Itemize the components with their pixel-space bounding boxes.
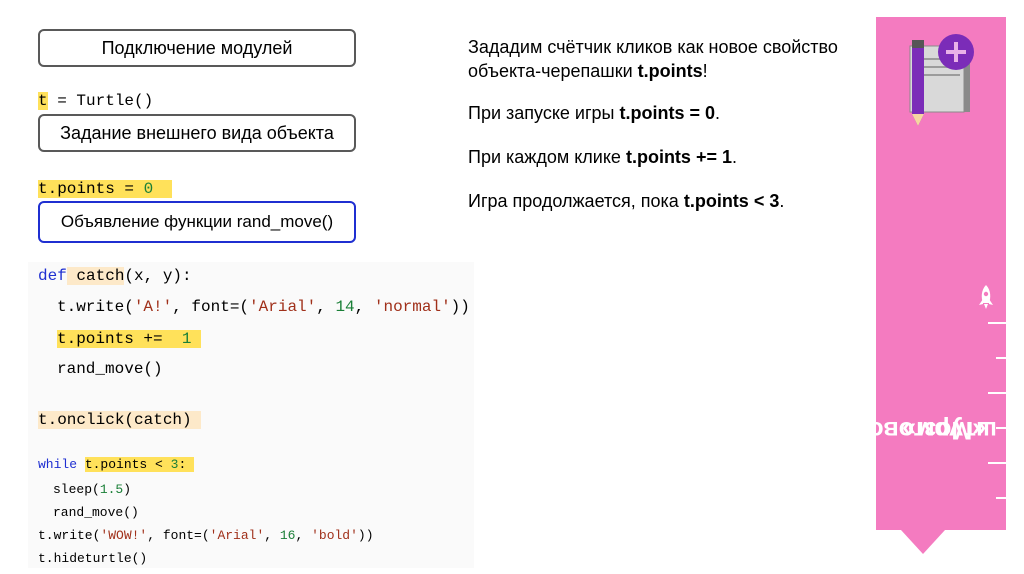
code-line-sleep: sleep(1.5)	[53, 482, 131, 497]
explanation-text: .	[715, 103, 721, 123]
code-line-points-init: t.points = 0	[38, 180, 173, 198]
modules-box: Подключение модулей	[38, 29, 356, 67]
ruler-tick	[996, 357, 1006, 359]
rand-func-label: Объявление функции rand_move()	[60, 212, 334, 231]
code-token: t.onclick(catch)	[38, 411, 192, 429]
code-line-rand-move: rand_move()	[57, 360, 163, 378]
code-token: 14	[335, 298, 355, 316]
code-token: 'normal'	[373, 298, 451, 316]
code-token: rand_move()	[57, 360, 163, 378]
code-token: 'bold'	[311, 528, 358, 543]
code-token: )	[123, 482, 132, 497]
code-token: catch	[66, 267, 125, 285]
code-line-turtle: t = Turtle()	[38, 92, 153, 110]
explanation-text: Зададим счётчик кликов как новое свойств…	[468, 37, 838, 57]
explanation-bold: t.points += 1	[625, 147, 732, 167]
code-token: ))	[450, 298, 470, 316]
brainstorm-line-2: штурм»	[902, 416, 998, 444]
sidebar-pointer	[901, 530, 945, 554]
code-line-def: def catch(x, y):	[38, 267, 192, 285]
explanation-text: .	[779, 191, 785, 211]
explanation-bold: t.points = 0	[619, 103, 715, 123]
explanation-text: .	[731, 147, 737, 167]
code-token: 'WOW!'	[100, 528, 148, 543]
explanation-p3: При каждом клике t.points += 1.	[468, 145, 737, 169]
rand-func-box: Объявление функции rand_move()	[38, 201, 356, 243]
code-token: ,	[295, 528, 312, 543]
code-token: (x, y):	[124, 267, 192, 285]
code-token: sleep(	[53, 482, 100, 497]
code-token: t.points <	[84, 457, 171, 472]
ruler-tick	[988, 462, 1006, 464]
code-token: rand_move()	[53, 505, 139, 520]
code-token: t.points +=	[57, 330, 173, 348]
notebook-pencil-plus-icon	[909, 34, 974, 126]
code-token: 0	[143, 180, 154, 198]
code-token: def	[38, 267, 67, 285]
explanation-text: При запуске игры	[468, 103, 620, 123]
code-token: ,	[264, 528, 280, 543]
code-line-wow: t.write('WOW!', font=('Arial', 16, 'bold…	[38, 528, 374, 543]
code-token: = Turtle()	[47, 92, 154, 110]
code-token: 16	[279, 528, 296, 543]
appearance-box: Задание внешнего вида объекта	[38, 114, 356, 152]
explanation-text: объекта-черепашки	[468, 61, 638, 81]
code-token: t.points =	[38, 180, 144, 198]
ruler-tick	[996, 497, 1006, 499]
code-line-onclick: t.onclick(catch)	[38, 411, 202, 429]
code-line-points-inc: t.points += 1	[57, 330, 202, 348]
code-token: 1.5	[99, 482, 124, 497]
code-token: t	[38, 92, 48, 110]
code-token: t.write(	[38, 528, 101, 543]
explanation-bold: t.points < 3	[683, 191, 780, 211]
code-line-while: while t.points < 3:	[38, 457, 195, 472]
code-token: t.write(	[57, 298, 134, 316]
code-token: 1	[181, 330, 192, 348]
code-token: , font=(	[147, 528, 210, 543]
code-token: ))	[357, 528, 374, 543]
code-token: t.hideturtle()	[38, 551, 148, 566]
code-token: ,	[316, 298, 336, 316]
code-token: while	[38, 457, 78, 472]
ruler-tick	[988, 322, 1006, 324]
explanation-p1: Зададим счётчик кликов как новое свойств…	[468, 35, 838, 83]
explanation-text: При каждом клике	[468, 147, 626, 167]
explanation-p4: Игра продолжается, пока t.points < 3.	[468, 189, 784, 213]
explanation-text: !	[702, 61, 708, 81]
appearance-label: Задание внешнего вида объекта	[60, 122, 334, 143]
code-line-write: t.write('A!', font=('Arial', 14, 'normal…	[57, 298, 470, 316]
ruler-tick	[988, 392, 1006, 394]
code-token: :	[178, 457, 187, 472]
code-token: , font=(	[172, 298, 250, 316]
explanation-text: Игра продолжается, пока	[468, 191, 684, 211]
code-token: 'A!'	[133, 298, 173, 316]
brainstorm-label: «Мозговой штурм»	[853, 340, 997, 520]
explanation-p2: При запуске игры t.points = 0.	[468, 101, 720, 125]
code-token: 'Arial'	[249, 298, 317, 316]
modules-label: Подключение модулей	[101, 37, 293, 58]
code-line-hideturtle: t.hideturtle()	[38, 551, 147, 566]
code-token: ,	[354, 298, 374, 316]
code-line-rand-move-2: rand_move()	[53, 505, 139, 520]
explanation-bold: t.points	[637, 61, 703, 81]
rocket-icon	[979, 285, 993, 309]
code-token: 'Arial'	[209, 528, 265, 543]
